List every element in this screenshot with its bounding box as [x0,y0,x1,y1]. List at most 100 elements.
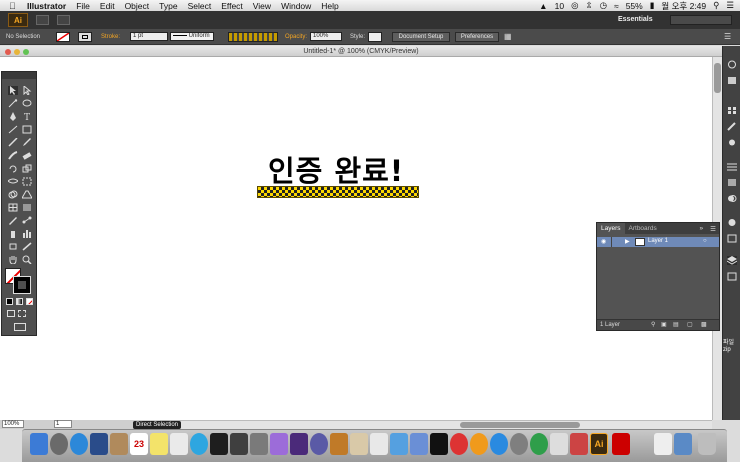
opacity-label[interactable]: Opacity: [285,34,307,40]
star-app-icon[interactable] [310,433,328,455]
visibility-eye-icon[interactable]: ◉ [601,238,606,245]
mail-icon[interactable] [90,433,108,455]
menu-window[interactable]: Window [281,1,311,11]
calculator-icon[interactable] [654,433,672,455]
downloads-folder-icon[interactable] [674,433,692,455]
stroke-weight-input[interactable]: 1 pt [130,32,168,41]
music-icon[interactable] [450,433,468,455]
launchpad-icon[interactable] [50,433,68,455]
menu-view[interactable]: View [253,1,271,11]
stroke-color-box[interactable] [13,276,31,294]
menu-file[interactable]: File [76,1,90,11]
artboard-tool-icon[interactable] [8,242,18,251]
document-stack-icon[interactable] [550,433,568,455]
draw-behind-icon[interactable] [18,310,26,317]
rectangle-tool-icon[interactable] [22,125,32,134]
notes-icon[interactable] [150,433,168,455]
desktop-file-label[interactable]: 파일 [723,337,734,346]
app-store-icon[interactable] [490,433,508,455]
target-circle-icon[interactable]: ○ [703,238,707,244]
menu-list-icon[interactable]: ☰ [726,0,734,11]
gradient-mode-button[interactable] [16,298,23,305]
trash-icon[interactable] [698,433,716,455]
menu-effect[interactable]: Effect [221,1,243,11]
bluetooth-icon[interactable]: ⇫ [585,0,592,11]
new-sublayer-icon[interactable]: ▤ [673,321,679,328]
graphic-style-swatch[interactable] [368,32,382,42]
finder-icon[interactable] [30,433,48,455]
itunes-icon[interactable] [270,433,288,455]
tools-panel-header[interactable] [2,72,36,79]
mesh-tool-icon[interactable] [8,203,18,212]
scale-tool-icon[interactable] [22,164,32,173]
menu-type[interactable]: Type [159,1,177,11]
menu-object[interactable]: Object [125,1,150,11]
tab-artboards[interactable]: Artboards [625,223,661,234]
line-segment-tool-icon[interactable] [8,125,18,134]
photoshop-icon[interactable] [430,433,448,455]
direct-selection-tool-icon[interactable] [22,84,32,96]
eraser-tool-icon[interactable] [22,151,32,160]
document-setup-button[interactable]: Document Setup [392,32,450,42]
panel-menu-icon[interactable]: ☰ [707,223,719,234]
artboards-panel-icon[interactable] [727,272,737,281]
facetime-icon[interactable] [230,433,248,455]
make-clipping-mask-icon[interactable]: ▣ [661,321,667,328]
trash-icon[interactable]: ▩ [701,321,707,328]
layer-name[interactable]: Layer 1 [648,238,668,244]
blend-tool-icon[interactable] [22,216,32,225]
bridge-button[interactable] [36,15,49,25]
pen-tool-icon[interactable] [8,112,18,121]
chrome-icon[interactable] [530,433,548,455]
artboard-number-field[interactable]: 1 [54,420,72,428]
menu-select[interactable]: Select [188,1,212,11]
blob-brush-tool-icon[interactable] [8,151,18,160]
battery-percent[interactable]: 55% [626,1,643,11]
stroke-label[interactable]: Stroke: [101,34,120,40]
slice-tool-icon[interactable] [22,242,32,251]
selection-tool-icon[interactable] [8,86,18,95]
color-panel-icon[interactable] [727,60,737,69]
pencil-tool-icon[interactable] [22,138,32,147]
shape-builder-tool-icon[interactable] [8,190,18,199]
textedit-icon[interactable] [370,433,388,455]
color-guide-icon[interactable] [727,76,737,85]
new-layer-icon[interactable]: ▢ [687,321,693,328]
contacts-icon[interactable] [110,433,128,455]
wifi-icon[interactable]: ≈ [614,1,619,11]
adobe-app-icon[interactable] [612,433,630,455]
magic-wand-tool-icon[interactable] [8,99,18,108]
appearance-panel-icon[interactable] [727,218,737,227]
free-transform-tool-icon[interactable] [22,177,32,186]
paintbrush-tool-icon[interactable] [8,137,18,147]
layers-panel-icon[interactable] [726,256,738,265]
fill-swatch[interactable] [56,32,70,42]
transparency-panel-icon[interactable] [727,194,737,203]
rotate-tool-icon[interactable] [8,164,18,173]
eyedropper-tool-icon[interactable] [8,216,18,225]
horizontal-scroll-thumb[interactable] [460,422,580,428]
gradient-panel-icon[interactable] [727,178,737,187]
stroke-panel-icon[interactable] [727,162,737,171]
illustrator-icon[interactable]: Ai [590,433,608,455]
width-tool-icon[interactable] [7,177,19,186]
tab-layers[interactable]: Layers [597,223,625,234]
minimize-window-button[interactable] [14,49,20,55]
notification-badge[interactable]: 10 [555,1,564,11]
keynote-icon[interactable] [410,433,428,455]
draw-normal-icon[interactable] [7,310,15,317]
time-machine-icon[interactable]: ◷ [600,0,607,11]
variable-width-profile[interactable]: Uniform [170,32,214,41]
help-search-input[interactable] [670,15,732,25]
zoom-tool-icon[interactable] [22,255,32,265]
horizontal-scrollbar[interactable] [160,420,712,429]
brush-definition[interactable] [228,32,278,42]
symbols-panel-icon[interactable] [727,138,737,147]
imovie-icon[interactable] [290,433,308,455]
arrange-documents-button[interactable] [57,15,70,25]
column-graph-tool-icon[interactable] [22,229,32,238]
menu-app-name[interactable]: Illustrator [27,1,66,11]
zoom-window-button[interactable] [23,49,29,55]
brushes-panel-icon[interactable] [727,122,737,131]
acrobat-file-icon[interactable] [570,433,588,455]
